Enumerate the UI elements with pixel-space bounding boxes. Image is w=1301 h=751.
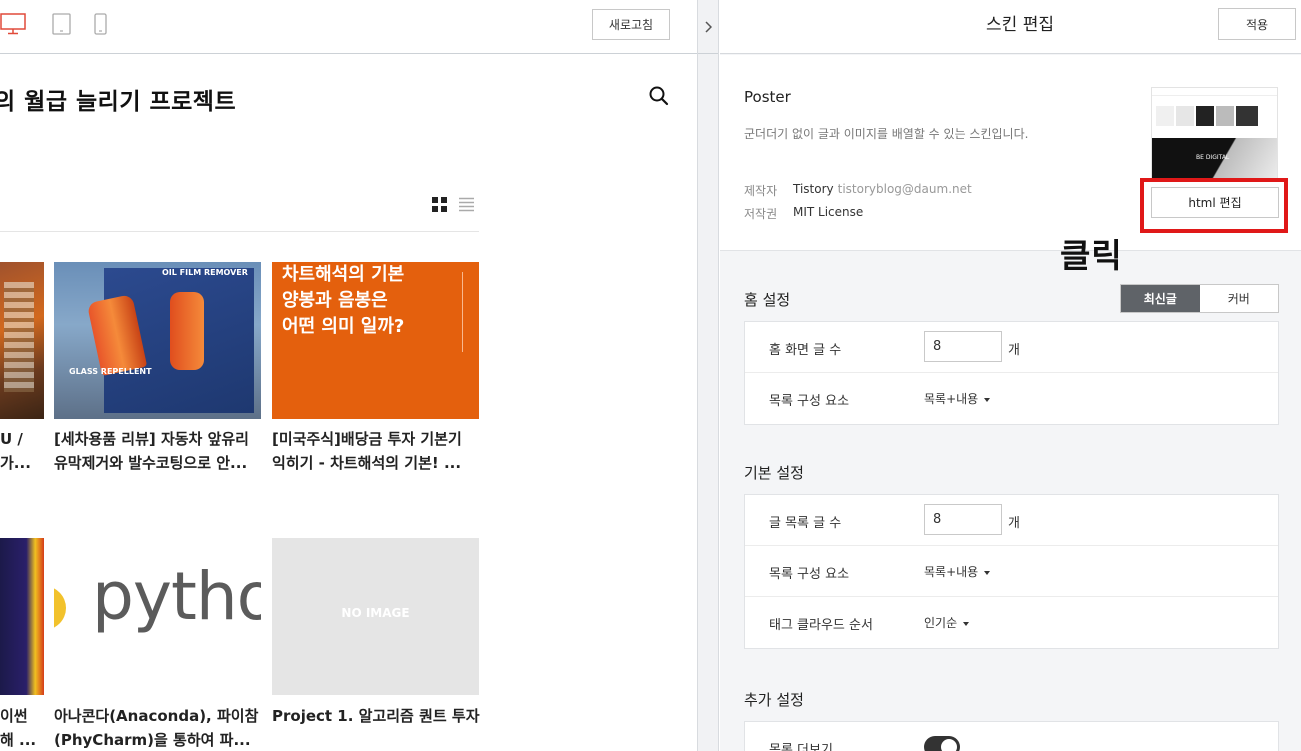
post-thumbnail[interactable] bbox=[0, 538, 44, 695]
segment-cover[interactable]: 커버 bbox=[1199, 285, 1278, 312]
list-post-count-input[interactable] bbox=[924, 504, 1002, 535]
post-thumbnail[interactable]: OIL FILM REMOVER GLASS REPELLENT bbox=[54, 262, 261, 419]
setting-label: 태그 클라우드 순서 bbox=[769, 618, 873, 633]
thumbnail-text: 어떤 의미 일까? bbox=[282, 316, 405, 337]
home-post-count-input[interactable] bbox=[924, 331, 1002, 362]
select-value: 인기순 bbox=[924, 616, 958, 630]
license-value: MIT License bbox=[793, 205, 864, 219]
post-title[interactable]: [미국주식]배당금 투자 기본기 익히기 - 차트해석의 기본! ... bbox=[272, 427, 484, 475]
post-title[interactable]: [세차용품 리뷰] 자동차 앞유리 유막제거와 발수코팅으로 안... bbox=[54, 427, 266, 475]
setting-label: 목록 더보기 bbox=[769, 743, 833, 751]
unit-label: 개 bbox=[1008, 516, 1020, 531]
home-settings-panel: 홈 화면 글 수 개 목록 구성 요소 목록+내용 bbox=[744, 321, 1279, 425]
tablet-view-icon[interactable] bbox=[52, 13, 72, 39]
no-image-label: NO IMAGE bbox=[341, 606, 410, 620]
setting-row: 홈 화면 글 수 개 bbox=[745, 322, 1278, 373]
skin-info-card: Poster 군더더기 없이 글과 이미지를 배열할 수 있는 스킨입니다. 제… bbox=[720, 55, 1301, 251]
caret-down-icon bbox=[984, 570, 991, 575]
more-list-toggle[interactable] bbox=[924, 736, 960, 751]
html-edit-button[interactable]: html 편집 bbox=[1151, 187, 1279, 218]
author-email: tistoryblog@daum.net bbox=[837, 182, 972, 196]
preview-toolbar: 새로고침 bbox=[0, 0, 697, 54]
thumbnail-text: pytho bbox=[92, 558, 261, 635]
setting-row: 목록 구성 요소 목록+내용 bbox=[745, 373, 1278, 424]
setting-label: 홈 화면 글 수 bbox=[769, 343, 842, 358]
product-label-text: GLASS REPELLENT bbox=[69, 367, 152, 376]
apply-button[interactable]: 적용 bbox=[1218, 8, 1296, 40]
setting-row: 목록 더보기 bbox=[745, 722, 1278, 751]
thumbnail-text: 양봉과 음봉은 bbox=[282, 290, 388, 311]
setting-row: 태그 클라우드 순서 인기순 bbox=[745, 597, 1278, 648]
refresh-button[interactable]: 새로고침 bbox=[592, 9, 670, 40]
post-title[interactable]: 이썬 해 ... bbox=[0, 704, 44, 751]
caret-down-icon bbox=[984, 397, 991, 402]
caret-down-icon bbox=[963, 621, 970, 626]
segment-latest[interactable]: 최신글 bbox=[1121, 285, 1200, 312]
setting-label: 목록 구성 요소 bbox=[769, 394, 850, 409]
post-title[interactable]: 아나콘다(Anaconda), 파이참 (PhyCharm)을 통하여 파... bbox=[54, 704, 266, 751]
editor-title: 스킨 편집 bbox=[986, 15, 1054, 35]
unit-label: 개 bbox=[1008, 343, 1020, 358]
skin-editor-panel: 스킨 편집 적용 Poster 군더더기 없이 글과 이미지를 배열할 수 있는… bbox=[720, 0, 1301, 751]
product-label-text: OIL FILM REMOVER bbox=[162, 268, 248, 277]
select-value: 목록+내용 bbox=[924, 392, 979, 406]
search-icon[interactable] bbox=[648, 85, 670, 111]
post-title[interactable]: U / 가... bbox=[0, 427, 44, 475]
thumbnail-text: 차트해석의 기본 bbox=[282, 264, 405, 285]
extra-settings-panel: 목록 더보기 bbox=[744, 721, 1279, 751]
home-mode-segment[interactable]: 최신글 커버 bbox=[1120, 284, 1279, 313]
post-thumbnail[interactable]: NO IMAGE bbox=[272, 538, 479, 695]
post-thumbnail[interactable]: pytho bbox=[54, 538, 261, 695]
editor-header: 스킨 편집 적용 bbox=[720, 0, 1301, 54]
grid-view-icon[interactable] bbox=[432, 197, 447, 216]
skin-description: 군더더기 없이 글과 이미지를 배열할 수 있는 스킨입니다. bbox=[744, 127, 1029, 141]
click-annotation: 클릭 bbox=[1060, 236, 1123, 275]
extra-settings-title: 추가 설정 bbox=[744, 691, 804, 709]
post-title[interactable]: Project 1. 알고리즘 퀀트 투자 bbox=[272, 704, 484, 728]
blog-title[interactable]: 의 월급 늘리기 프로젝트 bbox=[0, 82, 236, 116]
chevron-right-icon[interactable] bbox=[698, 0, 718, 54]
basic-settings-title: 기본 설정 bbox=[744, 464, 804, 482]
license-label: 저작권 bbox=[744, 207, 778, 221]
setting-label: 목록 구성 요소 bbox=[769, 567, 850, 582]
home-settings-title: 홈 설정 bbox=[744, 291, 791, 309]
blog-preview-pane: 새로고침 의 월급 늘리기 프로젝트 U / 가... OIL FILM REM… bbox=[0, 0, 697, 751]
author-name: Tistory bbox=[793, 182, 834, 196]
select-value: 목록+내용 bbox=[924, 565, 979, 579]
thumbnail-text: BE DIGITAL bbox=[1196, 154, 1230, 161]
post-thumbnail[interactable]: 차트해석의 기본 양봉과 음봉은 어떤 의미 일까? bbox=[272, 262, 479, 419]
panel-collapse-bar[interactable] bbox=[697, 0, 719, 751]
list-view-icon[interactable] bbox=[459, 197, 474, 216]
skin-thumbnail: BE DIGITAL bbox=[1151, 87, 1278, 179]
author-value: Tistory tistoryblog@daum.net bbox=[793, 182, 972, 196]
setting-row: 목록 구성 요소 목록+내용 bbox=[745, 546, 1278, 597]
setting-label: 글 목록 글 수 bbox=[769, 516, 842, 531]
desktop-view-icon[interactable] bbox=[0, 13, 26, 39]
list-components-select[interactable]: 목록+내용 bbox=[924, 390, 991, 407]
skin-name: Poster bbox=[744, 88, 791, 106]
divider bbox=[0, 231, 479, 232]
basic-settings-panel: 글 목록 글 수 개 목록 구성 요소 목록+내용 태그 클라우드 순서 인기순 bbox=[744, 494, 1279, 649]
list-components-select[interactable]: 목록+내용 bbox=[924, 563, 991, 580]
toggle-knob bbox=[941, 739, 957, 751]
post-thumbnail[interactable] bbox=[0, 262, 44, 419]
tag-cloud-order-select[interactable]: 인기순 bbox=[924, 614, 970, 631]
mobile-view-icon[interactable] bbox=[94, 13, 108, 39]
author-label: 제작자 bbox=[744, 184, 778, 198]
setting-row: 글 목록 글 수 개 bbox=[745, 495, 1278, 546]
